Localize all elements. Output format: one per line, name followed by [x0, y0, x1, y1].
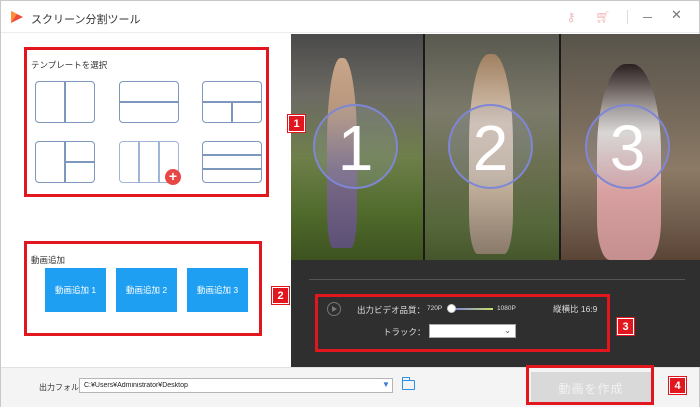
annotation-badge-3: 3 — [617, 318, 634, 335]
annotation-badge-1: 1 — [288, 115, 305, 132]
annotation-frame-3 — [315, 294, 610, 352]
title-bar: スクリーン分割ツール ⚷ 🛒︎ ✕ — [1, 1, 699, 33]
app-logo-icon — [11, 11, 23, 23]
app-window: スクリーン分割ツール ⚷ 🛒︎ ✕ テンプレートを選択 + 動画追加 動画追加 … — [0, 0, 700, 407]
annotation-badge-4: 4 — [669, 377, 686, 394]
title-separator — [627, 10, 628, 24]
pane-number-3: 3 — [585, 104, 670, 189]
folder-icon[interactable] — [401, 377, 415, 390]
pane-number-1: 1 — [313, 104, 398, 189]
preview-pane-1[interactable]: 1 — [291, 34, 423, 260]
output-folder-input[interactable] — [79, 378, 393, 393]
settings-divider — [309, 279, 685, 280]
minimize-icon[interactable] — [641, 9, 655, 25]
annotation-frame-2 — [24, 241, 262, 336]
annotation-badge-2: 2 — [272, 287, 289, 304]
annotation-frame-1 — [24, 47, 269, 197]
preview-area: 1 2 3 — [291, 34, 700, 260]
key-icon[interactable]: ⚷ — [563, 9, 579, 25]
close-icon[interactable]: ✕ — [671, 7, 682, 23]
cart-icon[interactable]: 🛒︎ — [595, 9, 611, 25]
chevron-down-icon[interactable]: ▼ — [382, 380, 390, 389]
preview-pane-2[interactable]: 2 — [425, 34, 559, 260]
pane-number-2: 2 — [448, 104, 533, 189]
preview-pane-3[interactable]: 3 — [561, 34, 700, 260]
window-title: スクリーン分割ツール — [31, 14, 141, 26]
annotation-frame-4 — [526, 365, 654, 405]
